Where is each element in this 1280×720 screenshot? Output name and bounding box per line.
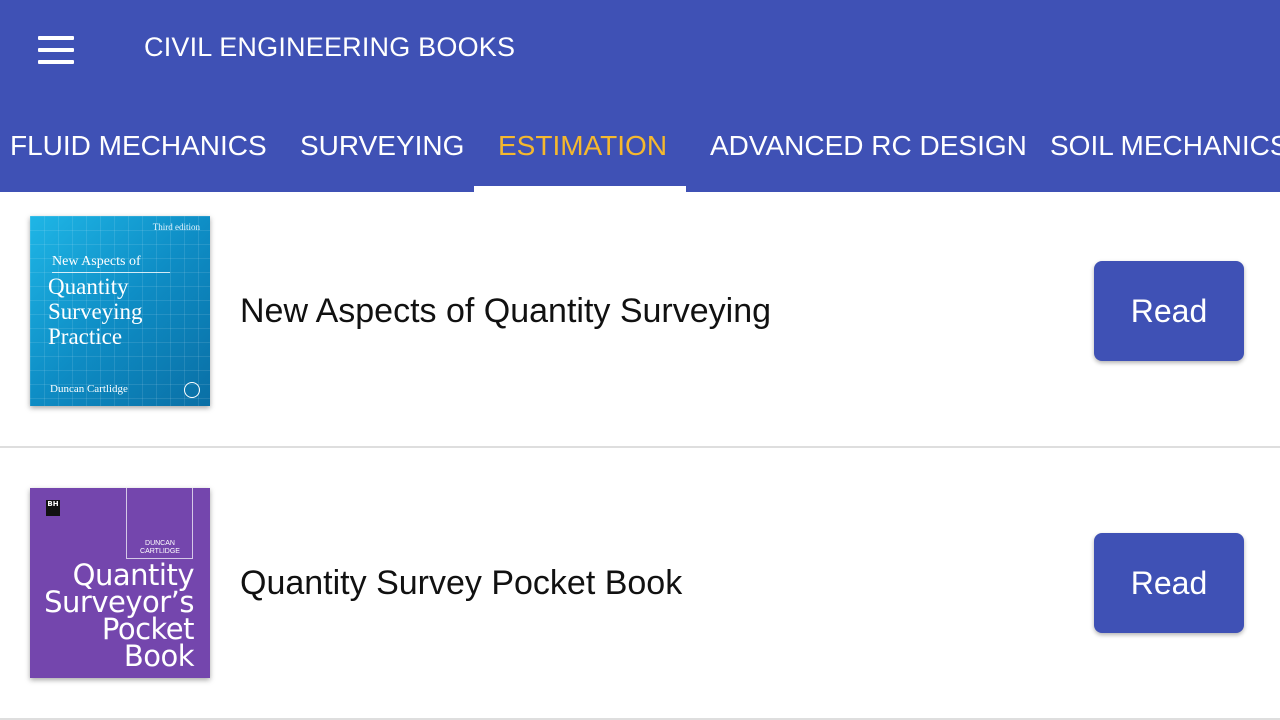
cover-title-line: Practice (48, 324, 123, 349)
cover-subtitle: New Aspects of (52, 254, 141, 269)
tab-surveying[interactable]: SURVEYING (300, 100, 464, 192)
cover-author: Duncan Cartlidge (50, 383, 128, 395)
book-cover-image: BH DUNCAN CARTLIDGE Quantity Surveyor’s … (30, 488, 210, 678)
cover-frame-line (192, 488, 193, 558)
read-button[interactable]: Read (1094, 533, 1244, 633)
cover-title: Quantity Surveyor’s Pocket Book (44, 561, 195, 673)
book-title: Quantity Survey Pocket Book (240, 564, 683, 602)
tab-bar: FLUID MECHANICS SURVEYING ESTIMATION ADV… (0, 100, 1280, 192)
cover-frame-line (126, 488, 127, 558)
tab-fluid-mechanics[interactable]: FLUID MECHANICS (10, 100, 267, 192)
cover-rule (52, 272, 170, 273)
publisher-logo-icon (184, 382, 200, 398)
cover-author: DUNCAN CARTLIDGE (140, 540, 180, 555)
app-title: CIVIL ENGINEERING BOOKS (144, 32, 516, 62)
app-bar: CIVIL ENGINEERING BOOKS FLUID MECHANICS … (0, 0, 1280, 192)
cover-title-line: Quantity (48, 274, 129, 299)
list-item[interactable]: Third edition New Aspects of Quantity Su… (0, 192, 1280, 448)
book-cover-image: Third edition New Aspects of Quantity Su… (30, 216, 210, 406)
tab-advanced-rc-design[interactable]: ADVANCED RC DESIGN (710, 100, 1027, 192)
publisher-mark: BH (47, 500, 59, 508)
tab-soil-mechanics[interactable]: SOIL MECHANICS (1050, 100, 1280, 192)
cover-edition: Third edition (152, 222, 200, 232)
list-item[interactable]: BH DUNCAN CARTLIDGE Quantity Surveyor’s … (0, 464, 1280, 720)
toolbar: CIVIL ENGINEERING BOOKS (0, 0, 1280, 100)
hamburger-menu-icon[interactable] (24, 26, 88, 74)
book-title: New Aspects of Quantity Surveying (240, 292, 772, 330)
read-button[interactable]: Read (1094, 261, 1244, 361)
publisher-logo-icon: BH (46, 500, 60, 516)
cover-title-line: Book (123, 639, 195, 673)
cover-title-line: Surveying (48, 299, 143, 324)
tab-estimation[interactable]: ESTIMATION (498, 100, 667, 192)
cover-title: Quantity Surveying Practice (48, 274, 143, 349)
